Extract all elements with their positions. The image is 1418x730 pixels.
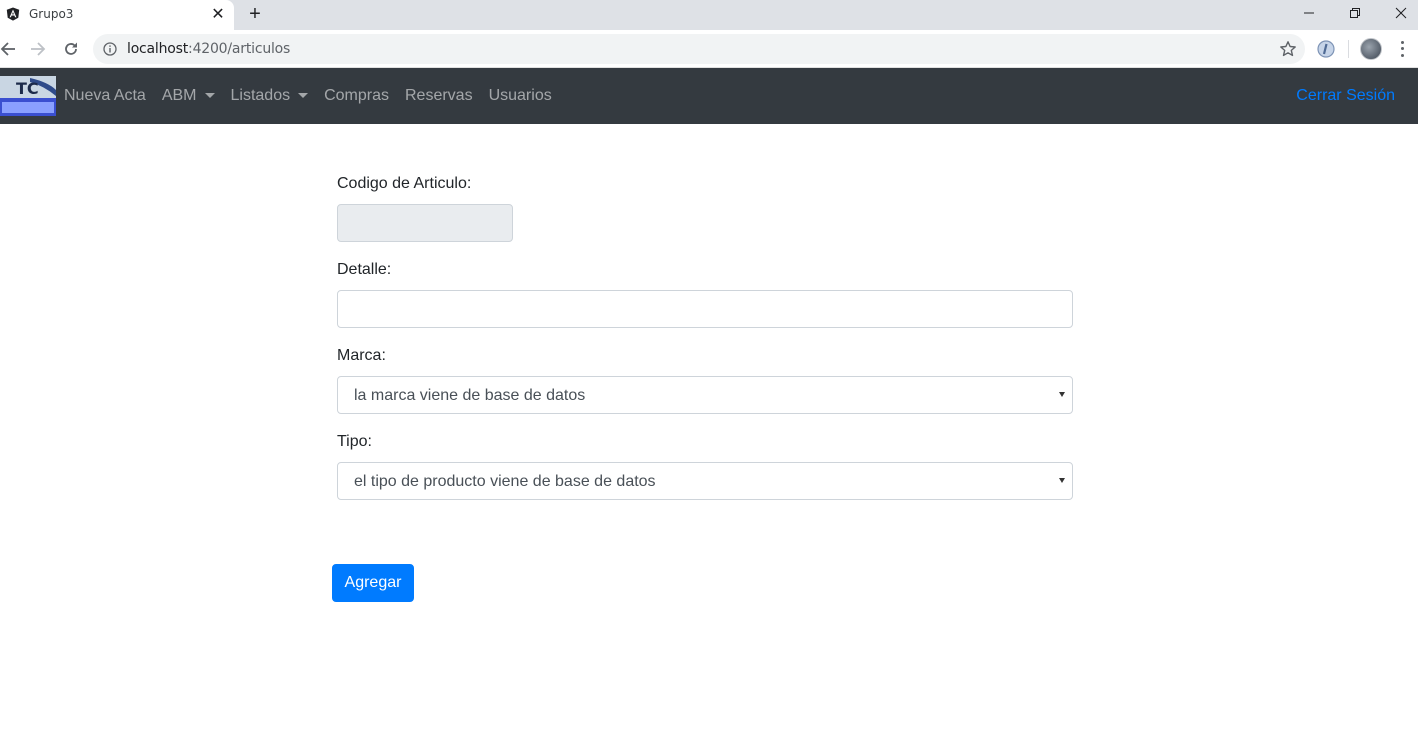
codigo-label: Codigo de Articulo: [337,175,472,192]
marca-selected-value: la marca viene de base de datos [354,387,586,404]
agregar-button[interactable]: Agregar [332,564,414,602]
chevron-down-icon [1059,392,1065,397]
minimize-icon [1304,12,1314,14]
new-tab-button[interactable]: + [244,3,266,25]
nav-item-label: Reservas [405,87,473,104]
browser-toolbar: localhost:4200/articulos [0,30,1418,68]
minimize-button[interactable] [1286,0,1332,26]
chevron-down-icon [298,92,309,98]
nav-item-compras[interactable]: Compras [324,87,389,105]
url-path: :4200/articulos [188,41,291,57]
nav-item-listados[interactable]: Listados [231,87,309,105]
chevron-down-icon [1059,478,1065,483]
nav-item-label: Listados [230,87,291,104]
codigo-field [337,204,513,242]
tipo-selected-value: el tipo de producto viene de base de dat… [354,473,656,490]
logout-link[interactable]: Cerrar Sesión [1296,87,1395,105]
chevron-down-icon [204,92,215,98]
info-icon[interactable] [103,42,117,56]
nav-item-label: Compras [324,87,389,104]
nav-item-nueva-acta[interactable]: Nueva Acta [64,87,146,105]
avatar[interactable] [1360,38,1382,60]
restore-button[interactable] [1332,0,1378,26]
svg-text:TC: TC [16,79,39,98]
more-vert-icon[interactable] [1396,39,1408,59]
brand-logo[interactable]: TC [0,76,56,116]
close-icon [1395,7,1407,19]
nav-item-abm[interactable]: ABM [162,87,215,105]
back-arrow-icon [0,42,15,56]
nav-item-label: Nueva Acta [64,87,146,104]
browser-tabstrip: Grupo3 ✕ + [0,0,1418,30]
back-button[interactable] [0,37,20,61]
restore-icon [1350,8,1360,18]
reload-button[interactable] [59,37,83,61]
browser-tab[interactable]: Grupo3 ✕ [0,0,234,30]
toolbar-separator [1348,40,1349,58]
url-host: localhost [127,41,189,57]
nav-item-reservas[interactable]: Reservas [405,87,473,105]
nav-item-usuarios[interactable]: Usuarios [489,87,552,105]
url-text: localhost:4200/articulos [127,41,290,57]
star-icon[interactable] [1279,40,1297,58]
tipo-label: Tipo: [337,433,372,450]
extension-icon[interactable] [1316,39,1336,59]
address-bar[interactable]: localhost:4200/articulos [93,34,1305,64]
tipo-select[interactable]: el tipo de producto viene de base de dat… [337,462,1073,500]
marca-select[interactable]: la marca viene de base de datos [337,376,1073,414]
nav-item-label: Usuarios [488,87,552,104]
angular-icon [6,7,20,21]
window-close-button[interactable] [1378,0,1418,26]
nav-item-label: ABM [161,87,197,104]
reload-icon [65,42,77,55]
tab-close-button[interactable]: ✕ [208,4,228,24]
detalle-label: Detalle: [337,261,392,278]
forward-button[interactable] [26,37,50,61]
app-navbar: TC Nueva Acta ABM Listados Compras Reser… [0,68,1418,124]
marca-label: Marca: [337,347,386,364]
detalle-field[interactable] [337,290,1073,328]
nav-items: Nueva Acta ABM Listados Compras Reservas… [64,68,568,124]
forward-arrow-icon [31,42,46,56]
tab-title: Grupo3 [29,7,74,21]
